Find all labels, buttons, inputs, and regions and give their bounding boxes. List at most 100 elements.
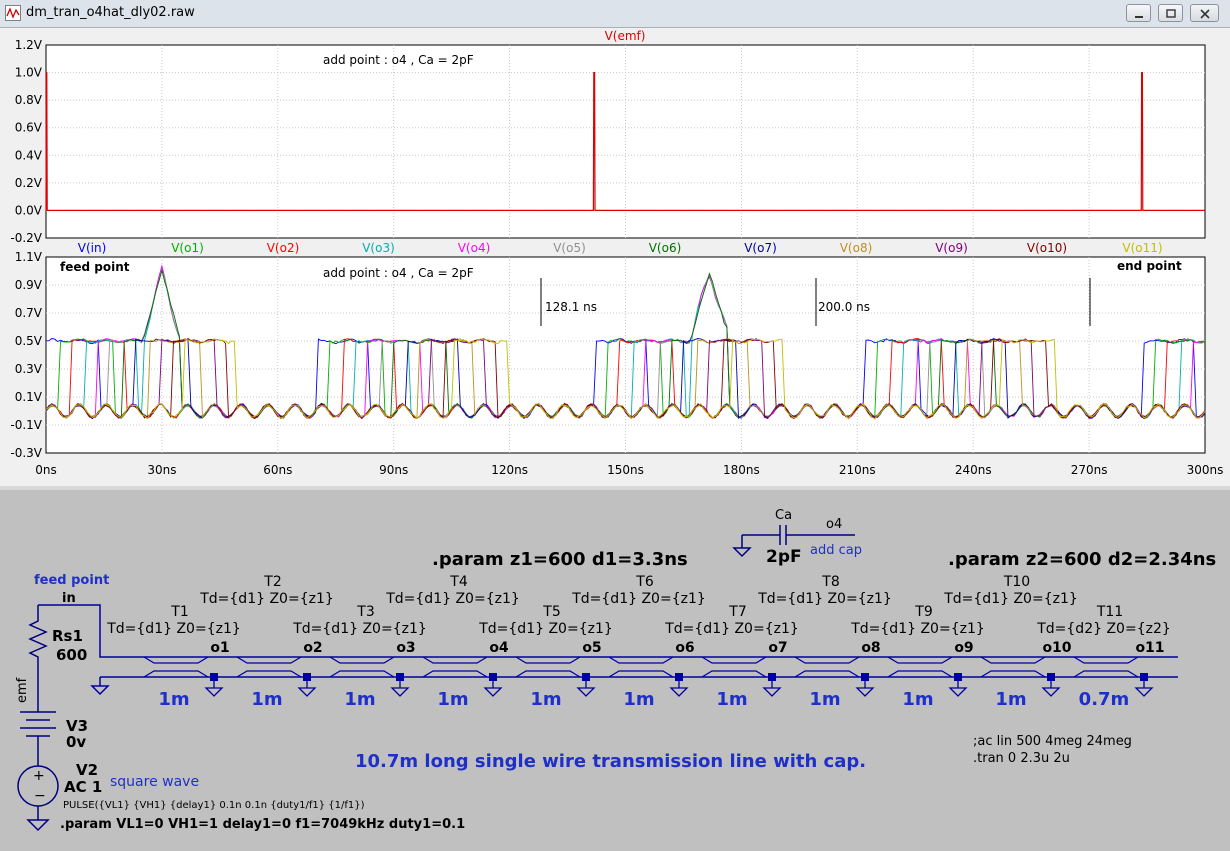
v3-value: 0v — [66, 733, 86, 751]
source-params[interactable]: .param VL1=0 VH1=1 delay1=0 f1=7049kHz d… — [60, 817, 465, 832]
bottom-pane[interactable]: V(in) V(o1) V(o2) V(o3) V(o4) V(o5) V(o6) V(o7)… — [10, 241, 1223, 477]
tline-name[interactable]: T2 — [263, 574, 281, 590]
cursor-label-2: 200.0 ns — [818, 300, 870, 314]
tline-params[interactable]: Td={d1} Z0={z1} — [199, 591, 334, 607]
bottom-x-tick: 0ns — [35, 463, 57, 477]
ground-junction — [582, 673, 590, 681]
bottom-x-tick: 270ns — [1071, 463, 1108, 477]
top-y-tick: -0.2V — [10, 231, 42, 245]
ground-junction — [1140, 673, 1148, 681]
tline-params[interactable]: Td={d1} Z0={z1} — [385, 591, 520, 607]
tline-params[interactable]: Td={d1} Z0={z1} — [292, 621, 427, 637]
tline-params[interactable]: Td={d1} Z0={z1} — [478, 621, 613, 637]
bottom-y-tick: 0.9V — [15, 278, 43, 292]
legend-entry[interactable]: V(o7) — [744, 241, 777, 255]
tline-node-label: o3 — [396, 640, 415, 656]
tline-name[interactable]: T1 — [170, 604, 188, 620]
tline-node-label: o8 — [861, 640, 880, 656]
pane-divider[interactable] — [0, 486, 1230, 490]
legend-entry[interactable]: V(o3) — [362, 241, 395, 255]
bottom-y-tick: 0.3V — [15, 362, 43, 376]
bottom-x-tick: 60ns — [263, 463, 292, 477]
v2-minus-sign: − — [34, 788, 46, 804]
tline-name[interactable]: T5 — [542, 604, 560, 620]
tline-params[interactable]: Td={d1} Z0={z1} — [850, 621, 985, 637]
bottom-y-tick: -0.3V — [10, 446, 42, 460]
tline-length: 1m — [995, 689, 1026, 710]
square-wave-label: square wave — [110, 774, 199, 790]
restore-icon — [1166, 9, 1176, 18]
tline-length: 0.7m — [1079, 689, 1130, 710]
emf-net-label: emf — [15, 677, 30, 703]
legend-entry[interactable]: V(in) — [78, 241, 107, 255]
top-y-tick: 1.2V — [15, 38, 43, 52]
tline-length: 1m — [158, 689, 189, 710]
legend-entry[interactable]: V(o9) — [935, 241, 968, 255]
legend-entry[interactable]: V(o2) — [267, 241, 300, 255]
tline-name[interactable]: T9 — [914, 604, 932, 620]
ground-junction — [861, 673, 869, 681]
top-y-tick: 0.2V — [15, 176, 43, 190]
bottom-x-tick: 30ns — [147, 463, 176, 477]
legend-entry[interactable]: V(o10) — [1027, 241, 1067, 255]
bottom-x-tick: 210ns — [839, 463, 876, 477]
legend-entry[interactable]: V(o6) — [649, 241, 682, 255]
top-y-tick: 0.0V — [15, 203, 43, 217]
v2-plus-sign: + — [33, 768, 45, 784]
v2-name: V2 — [76, 761, 98, 779]
tline-params[interactable]: Td={d1} Z0={z1} — [106, 621, 241, 637]
top-pane[interactable]: 1.2V 1.0V 0.8V 0.6V 0.4V 0.2V 0.0V -0.2V V(emf)… — [10, 29, 1206, 245]
bottom-plot-area[interactable] — [45, 256, 1206, 454]
ac-command[interactable]: ;ac lin 500 4meg 24meg — [973, 734, 1132, 749]
tline-length: 1m — [437, 689, 468, 710]
waveform-app-icon — [5, 5, 21, 21]
bottom-y-tick: 0.5V — [15, 334, 43, 348]
tline-name[interactable]: T6 — [635, 574, 654, 590]
tline-name[interactable]: T11 — [1096, 604, 1123, 620]
bottom-x-tick: 150ns — [607, 463, 644, 477]
window-title: dm_tran_o4hat_dly02.raw — [26, 5, 195, 20]
tline-name[interactable]: T3 — [356, 604, 374, 620]
rs1-value: 600 — [56, 646, 87, 664]
ground-junction — [768, 673, 776, 681]
ground-junction — [954, 673, 962, 681]
legend-entry[interactable]: V(o8) — [840, 241, 873, 255]
rs1-name: Rs1 — [52, 627, 83, 645]
tline-params[interactable]: Td={d2} Z0={z2} — [1036, 621, 1171, 637]
tline-name[interactable]: T8 — [821, 574, 839, 590]
bottom-x-tick: 240ns — [955, 463, 992, 477]
tline-length: 1m — [251, 689, 282, 710]
tline-name[interactable]: T4 — [449, 574, 468, 590]
bottom-y-tick: 0.7V — [15, 306, 43, 320]
tline-params[interactable]: Td={d1} Z0={z1} — [664, 621, 799, 637]
param-z1-d1[interactable]: .param z1=600 d1=3.3ns — [432, 549, 688, 570]
top-trace-name[interactable]: V(emf) — [605, 29, 646, 43]
waveform-viewer[interactable]: 1.2V 1.0V 0.8V 0.6V 0.4V 0.2V 0.0V -0.2V V(emf)… — [0, 28, 1230, 486]
tline-name[interactable]: T7 — [728, 604, 746, 620]
bottom-x-tick: 180ns — [723, 463, 760, 477]
legend-entry[interactable]: V(o1) — [171, 241, 204, 255]
bottom-y-tick: 1.1V — [15, 250, 43, 264]
tline-params[interactable]: Td={d1} Z0={z1} — [571, 591, 706, 607]
feed-point-net-label: feed point — [34, 573, 109, 588]
window-titlebar[interactable]: dm_tran_o4hat_dly02.raw — [0, 0, 1230, 28]
legend-entry[interactable]: V(o11) — [1122, 241, 1162, 255]
ground-junction — [1047, 673, 1055, 681]
close-button[interactable] — [1190, 4, 1219, 22]
tline-node-label: o2 — [303, 640, 322, 656]
tran-command[interactable]: .tran 0 2.3u 2u — [973, 751, 1070, 766]
schematic-view[interactable]: .param z1=600 d1=3.3ns .param z2=600 d2=… — [0, 486, 1230, 851]
tline-length: 1m — [902, 689, 933, 710]
legend-entry[interactable]: V(o5) — [553, 241, 586, 255]
tline-params[interactable]: Td={d1} Z0={z1} — [943, 591, 1078, 607]
tline-node-label: o10 — [1042, 640, 1071, 656]
legend-entry[interactable]: V(o4) — [458, 241, 491, 255]
tline-name[interactable]: T10 — [1003, 574, 1030, 590]
ground-junction — [489, 673, 497, 681]
tline-node-label: o11 — [1135, 640, 1164, 656]
tline-params[interactable]: Td={d1} Z0={z1} — [757, 591, 892, 607]
top-y-tick: 0.4V — [15, 148, 43, 162]
restore-button[interactable] — [1158, 4, 1183, 22]
param-z2-d2[interactable]: .param z2=600 d2=2.34ns — [948, 549, 1216, 570]
minimize-button[interactable] — [1126, 4, 1151, 22]
